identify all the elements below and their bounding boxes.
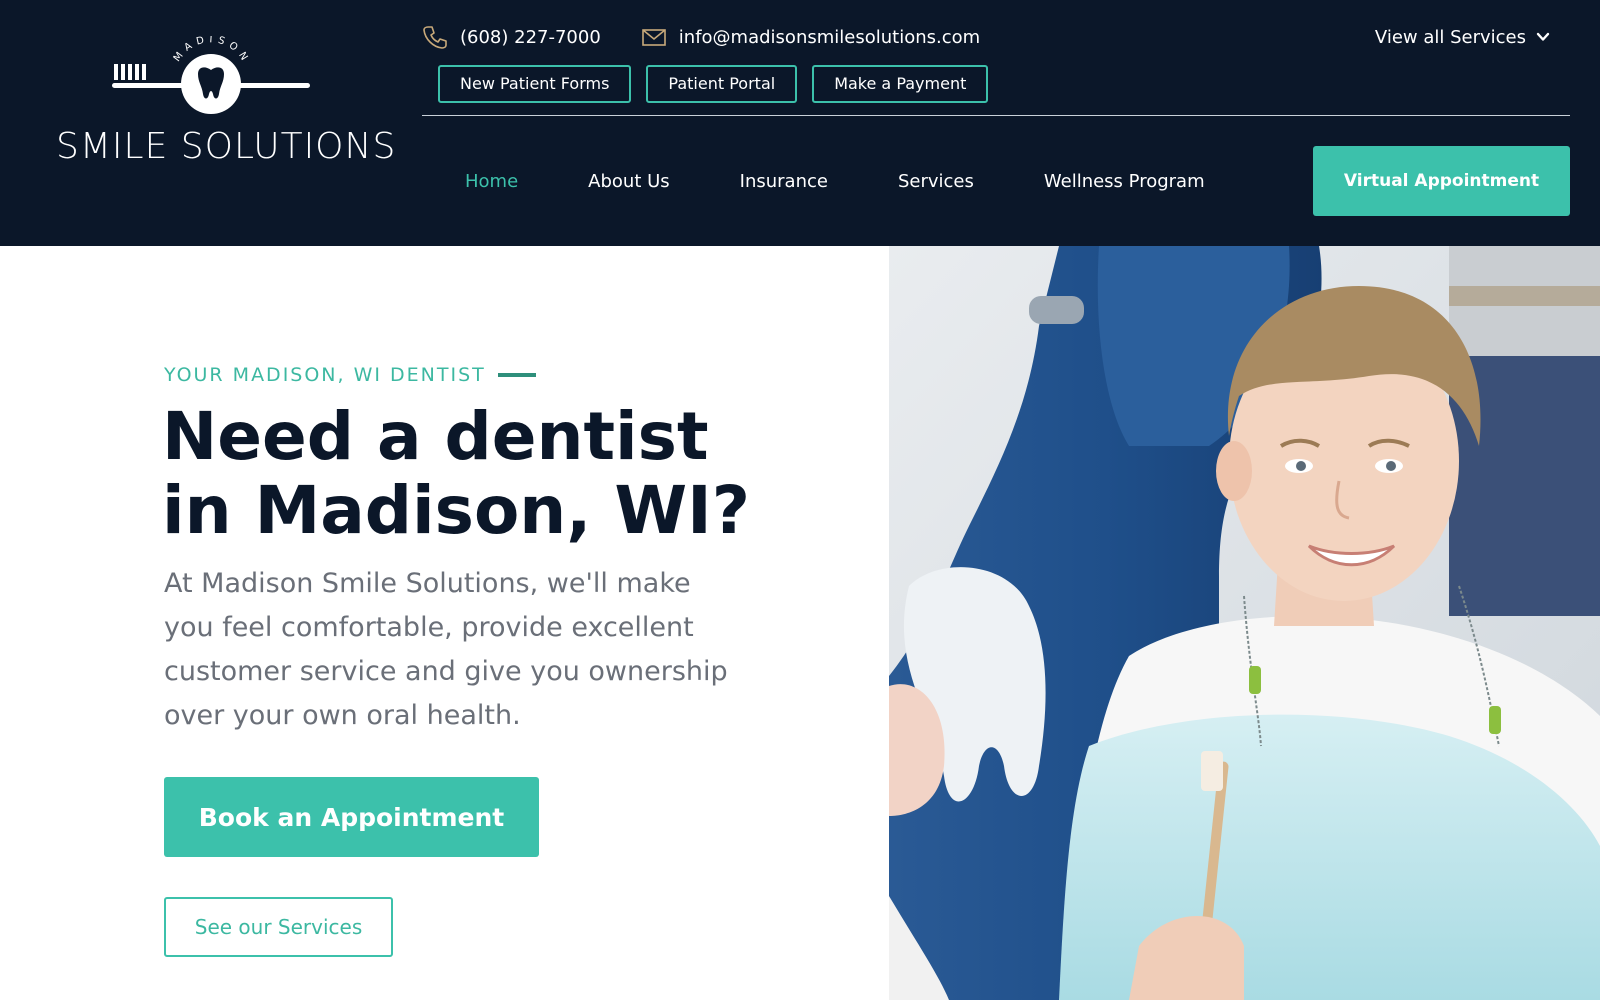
email-link[interactable]: info@madisonsmilesolutions.com: [641, 24, 980, 50]
patient-portal-button[interactable]: Patient Portal: [646, 65, 798, 103]
view-all-services-label: View all Services: [1374, 26, 1526, 48]
site-header: MADISON SMILE SOLUTIONS (608) 227-7000 i…: [0, 0, 1600, 246]
contact-bar: (608) 227-7000 info@madisonsmilesolution…: [422, 22, 980, 52]
hero-eyebrow: YOUR MADISON, WI DENTIST: [164, 364, 536, 386]
hero-title-line-1: Need a dentist: [162, 398, 709, 475]
logo-wordmark: SMILE SOLUTIONS: [56, 126, 397, 167]
hero-title: Need a dentist in Madison, WI?: [162, 400, 862, 548]
email-address: info@madisonsmilesolutions.com: [678, 26, 981, 48]
book-appointment-button[interactable]: Book an Appointment: [164, 777, 539, 857]
nav-item-insurance[interactable]: Insurance: [740, 171, 828, 192]
chevron-down-icon: [1536, 32, 1550, 41]
site-logo[interactable]: MADISON SMILE SOLUTIONS: [50, 36, 395, 176]
phone-number: (608) 227-7000: [460, 26, 601, 48]
phone-icon: [423, 26, 447, 49]
nav-item-services[interactable]: Services: [898, 171, 974, 192]
virtual-appointment-button[interactable]: Virtual Appointment: [1313, 146, 1570, 216]
new-patient-forms-button[interactable]: New Patient Forms: [438, 65, 632, 103]
see-our-services-button[interactable]: See our Services: [164, 897, 393, 957]
hero-section: YOUR MADISON, WI DENTIST Need a dentist …: [0, 246, 889, 1000]
header-divider: [422, 115, 1570, 116]
nav-item-about-us[interactable]: About Us: [588, 171, 670, 192]
eyebrow-accent-dash: [497, 373, 536, 377]
hero-eyebrow-text: YOUR MADISON, WI DENTIST: [164, 364, 486, 386]
hero-description: At Madison Smile Solutions, we'll make y…: [164, 568, 728, 731]
main-nav: Home About Us Insurance Services Wellnes…: [422, 146, 1205, 216]
hero-photo-child-in-dental-chair: [889, 246, 1600, 1000]
toothbrush-tooth-logo-icon: MADISON: [112, 36, 310, 114]
make-a-payment-button[interactable]: Make a Payment: [812, 65, 989, 103]
nav-item-home[interactable]: Home: [465, 171, 518, 192]
view-all-services-dropdown[interactable]: View all Services: [1375, 24, 1550, 50]
phone-link[interactable]: (608) 227-7000: [422, 24, 601, 50]
hero-title-line-2: in Madison, WI?: [162, 472, 750, 549]
mail-icon: [641, 29, 666, 46]
nav-item-wellness-program[interactable]: Wellness Program: [1044, 171, 1205, 192]
hero-photo-illustration: [889, 246, 1600, 1000]
patient-links-bar: New Patient Forms Patient Portal Make a …: [438, 65, 989, 103]
